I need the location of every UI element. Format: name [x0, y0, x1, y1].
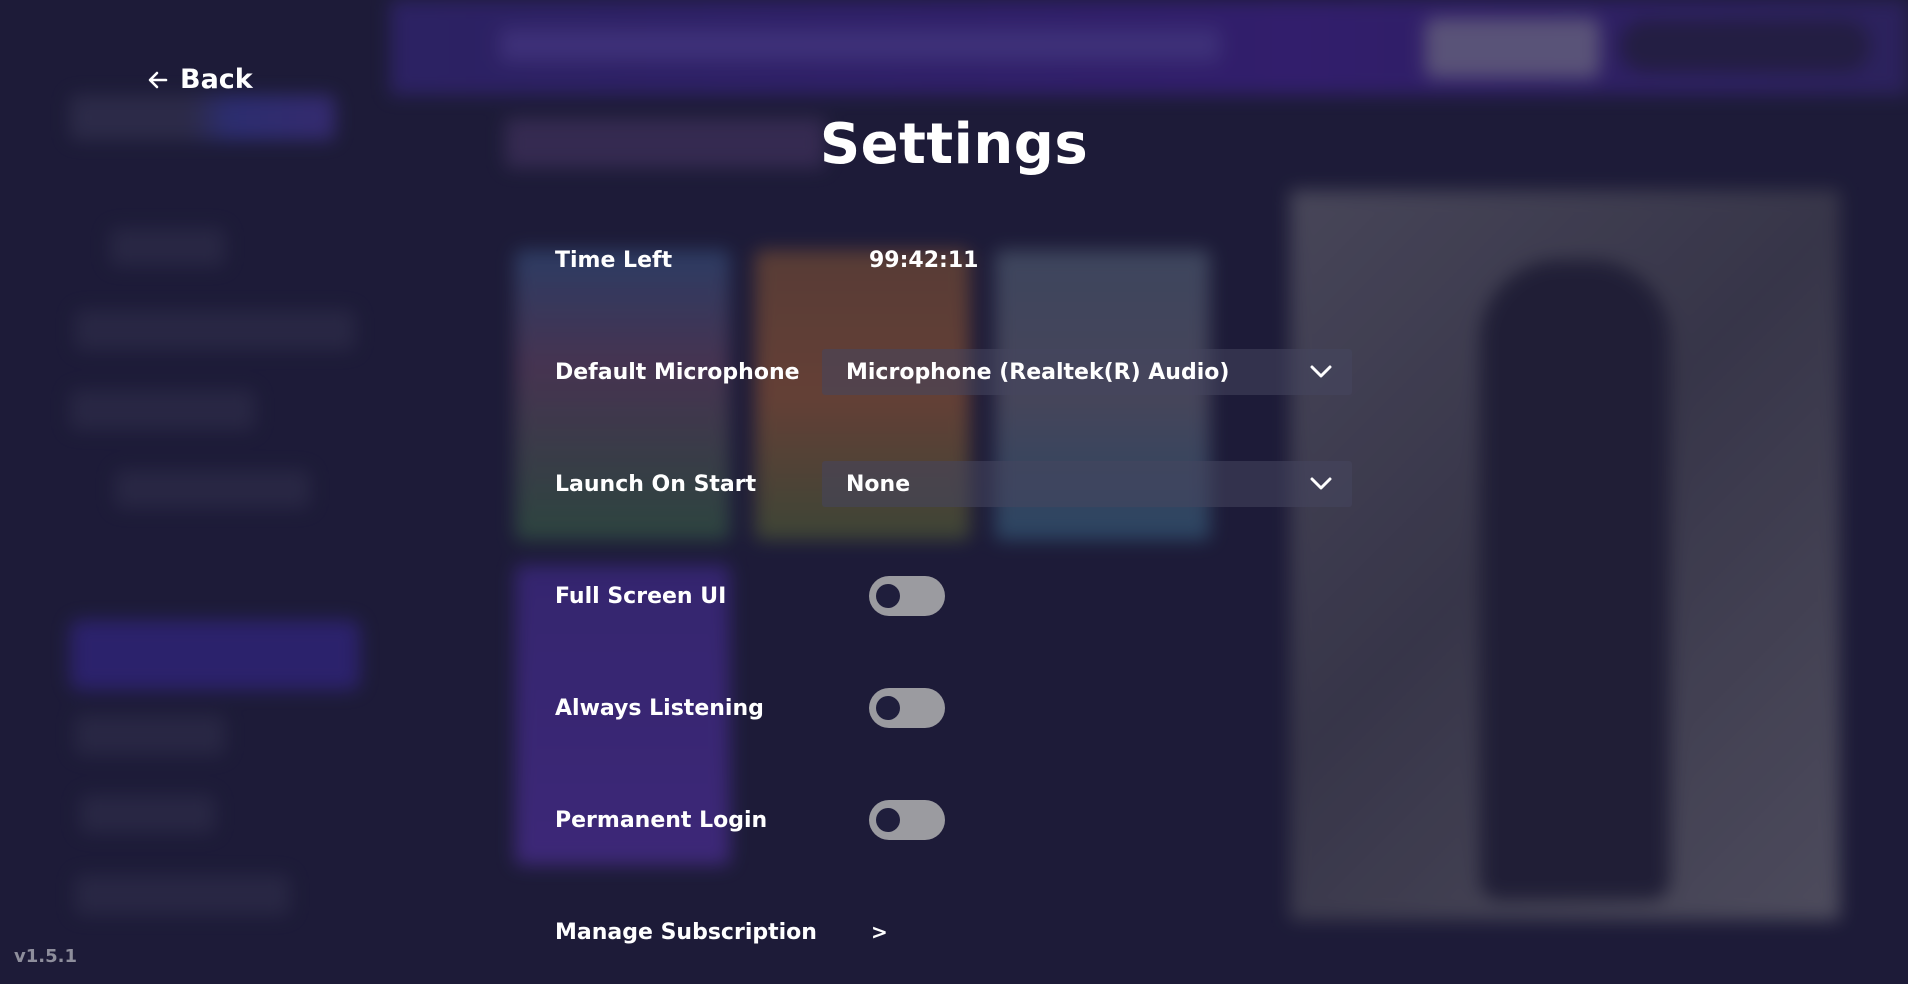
default-microphone-select[interactable]: Microphone (Realtek(R) Audio): [822, 349, 1352, 395]
launch-on-start-label: Launch On Start: [555, 471, 757, 497]
setting-row-launch-on-start: Launch On Start None: [555, 459, 1355, 509]
always-listening-toggle[interactable]: [869, 688, 945, 728]
permanent-login-toggle[interactable]: [869, 800, 945, 840]
full-screen-ui-toggle[interactable]: [869, 576, 945, 616]
setting-row-permanent-login: Permanent Login: [555, 795, 1355, 845]
chevron-down-icon: [1310, 473, 1332, 495]
page-title: Settings: [819, 112, 1089, 177]
setting-row-full-screen-ui: Full Screen UI: [555, 571, 1355, 621]
default-microphone-label: Default Microphone: [555, 359, 800, 385]
always-listening-label: Always Listening: [555, 695, 764, 721]
page-title-container: Settings: [0, 112, 1908, 177]
toggle-knob: [876, 696, 900, 720]
setting-row-time-left: Time Left 99:42:11: [555, 235, 1355, 285]
back-label: Back: [180, 64, 253, 95]
manage-subscription-link[interactable]: Manage Subscription >: [555, 907, 1355, 957]
manage-subscription-label: Manage Subscription: [555, 919, 817, 945]
setting-row-default-microphone: Default Microphone Microphone (Realtek(R…: [555, 347, 1355, 397]
time-left-value: 99:42:11: [869, 247, 979, 273]
back-button[interactable]: Back: [146, 64, 253, 95]
toggle-knob: [876, 584, 900, 608]
chevron-right-icon: >: [871, 920, 888, 944]
launch-on-start-select[interactable]: None: [822, 461, 1352, 507]
app-version: v1.5.1: [14, 946, 77, 967]
full-screen-ui-label: Full Screen UI: [555, 583, 727, 609]
arrow-left-icon: [146, 68, 170, 92]
launch-on-start-value: None: [846, 471, 911, 497]
toggle-knob: [876, 808, 900, 832]
time-left-label: Time Left: [555, 247, 673, 273]
chevron-down-icon: [1310, 361, 1332, 383]
permanent-login-label: Permanent Login: [555, 807, 768, 833]
setting-row-always-listening: Always Listening: [555, 683, 1355, 733]
default-microphone-value: Microphone (Realtek(R) Audio): [846, 359, 1230, 385]
